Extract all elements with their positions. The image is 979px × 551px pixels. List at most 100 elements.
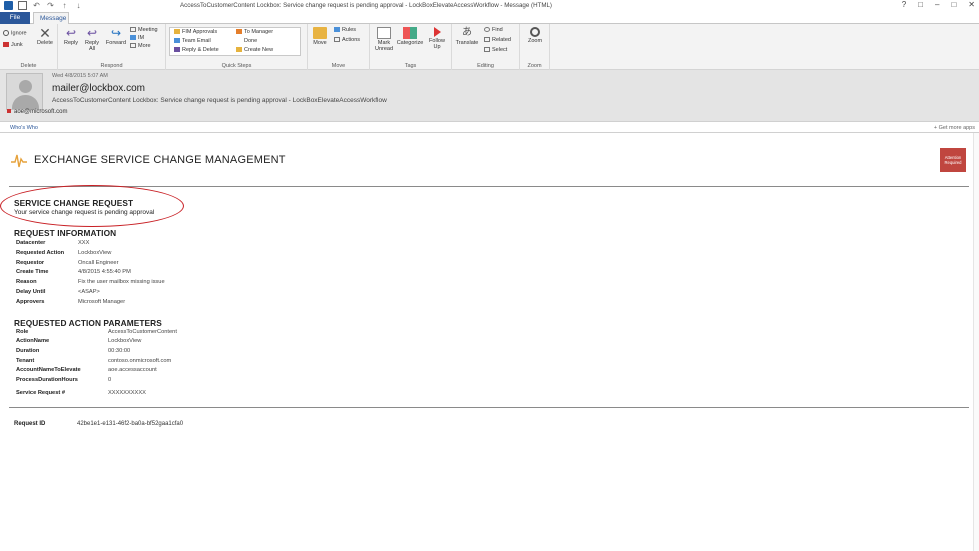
delete-group: Ignore Junk ✕ Delete Delete [0,24,58,70]
row-key: Datacenter [16,240,46,246]
save-icon[interactable] [18,1,27,10]
meeting-button[interactable]: Meeting [130,27,158,34]
tags-group: Mark Unread Categorize Follow Up Tags [370,24,452,70]
minimize-button[interactable]: – [935,0,939,9]
banner-title: EXCHANGE SERVICE CHANGE MANAGEMENT [34,154,286,166]
forward-button[interactable]: ↪ Forward [104,27,128,46]
quickstep-create-new[interactable]: Create New [236,47,273,54]
divider [9,407,969,408]
down-arrow-icon[interactable]: ↓ [74,1,83,10]
row-value: 4/8/2015 4:55:40 PM [78,269,131,275]
mark-unread-button[interactable]: Mark Unread [373,27,395,52]
quickstep-team-email[interactable]: Team Email [174,38,211,45]
reply-button[interactable]: ↩ Reply [61,27,81,46]
delete-icon: ✕ [39,25,51,41]
quickstep-reply-delete[interactable]: Reply & Delete [174,47,219,54]
zoom-button[interactable]: Zoom [524,27,546,44]
related-icon [484,37,490,43]
move-button[interactable]: Move [311,27,329,46]
row-key: AccountNameToElevate [16,367,81,373]
editing-group-label: Editing [477,63,494,69]
forward-icon: ↪ [110,26,122,40]
redo-icon[interactable]: ↷ [46,1,55,10]
team-email-icon [174,38,180,44]
reply-icon: ↩ [65,26,77,40]
quicksteps-group: FIM Approvals Team Email Reply & Delete … [166,24,308,70]
ignore-button[interactable]: Ignore [3,30,27,37]
close-button[interactable]: ✕ [968,0,975,9]
ribbon: Ignore Junk ✕ Delete Delete ↩ Reply ↩ Reply… [0,24,979,70]
translate-button[interactable]: あ Translate [454,27,480,46]
rules-button[interactable]: Rules [334,27,356,34]
tab-message[interactable]: Message [33,12,69,24]
checkmark-icon [236,38,242,43]
row-key: Duration [16,348,40,354]
row-value: AccessToCustomerContent [108,329,177,335]
im-icon [130,35,136,41]
help-button[interactable]: ? [902,0,906,9]
select-button[interactable]: Select [484,47,507,54]
delete-button[interactable]: ✕ Delete [35,25,55,46]
folder-icon [174,29,180,35]
editing-group: あ Translate Find Related Select Editing [452,24,520,70]
attention-badge: Attention Required [940,148,966,172]
up-arrow-icon[interactable]: ↑ [60,1,69,10]
flag-icon [433,27,441,37]
more-respond-button[interactable]: More [130,43,151,50]
translate-icon: あ [462,27,472,38]
undo-icon[interactable]: ↶ [32,1,41,10]
whos-who-link[interactable]: Who's Who [10,125,38,131]
quickstep-done[interactable]: Done [236,38,257,45]
row-value: 0 [108,377,112,383]
mark-unread-icon [377,27,391,39]
maximize-button[interactable]: □ [951,0,956,9]
junk-icon [3,42,9,48]
row-value: XXX [78,240,90,246]
row-key: Tenant [16,358,35,364]
row-value: XXXXXXXXXX [108,390,146,396]
avatar-head-icon [19,80,32,93]
move-group-label: Move [331,63,346,69]
apps-bar: Who's Who + Get more apps [0,121,979,133]
email-body: EXCHANGE SERVICE CHANGE MANAGEMENT Atten… [0,133,979,551]
quickstep-to-manager[interactable]: To Manager [236,29,273,36]
categorize-button[interactable]: Categorize [396,27,424,46]
actions-icon [334,37,340,43]
ribbon-display-button[interactable]: □ [918,0,923,9]
window-controls: ? □ – □ ✕ [902,0,975,9]
get-more-apps-link[interactable]: + Get more apps [934,125,975,131]
request-id-label: Request ID [14,421,46,427]
row-value: Fix the user mailbox missing issue [78,279,165,285]
params-heading: REQUESTED ACTION PARAMETERS [14,318,162,328]
im-button[interactable]: IM [130,35,144,42]
message-header: Wed 4/8/2015 5:07 AM mailer@lockbox.com … [0,70,979,121]
move-group: Move Rules Actions Move [308,24,370,70]
reply-all-button[interactable]: ↩ Reply All [82,27,102,52]
delete-group-label: Delete [20,63,37,69]
recipient[interactable]: aoe@microsoft.com [7,109,67,115]
meeting-icon [130,27,136,33]
avatar-body-icon [12,95,39,109]
message-date: Wed 4/8/2015 5:07 AM [52,73,108,79]
related-button[interactable]: Related [484,37,511,44]
message-subject: AccessToCustomerContent Lockbox: Service… [52,97,387,104]
sender-address[interactable]: mailer@lockbox.com [52,83,145,94]
tags-group-label: Tags [404,63,417,69]
row-value: contoso.onmicrosoft.com [108,358,172,364]
vertical-scrollbar[interactable] [973,133,979,551]
find-button[interactable]: Find [484,27,503,34]
more-icon [130,43,136,49]
row-value: LockboxView [78,250,112,256]
tab-file[interactable]: File [0,12,30,24]
actions-button[interactable]: Actions [334,37,360,44]
reply-all-icon: ↩ [86,26,98,40]
quickstep-fim-approvals[interactable]: FIM Approvals [174,29,217,36]
row-key: Service Request # [16,390,66,396]
row-value: Oncall Engineer [78,260,119,266]
row-value: aoe.accessaccount [108,367,157,373]
row-value: Microsoft Manager [78,299,126,305]
rules-icon [334,27,340,33]
create-new-icon [236,47,242,53]
junk-button[interactable]: Junk [3,42,23,49]
follow-up-button[interactable]: Follow Up [426,27,448,50]
